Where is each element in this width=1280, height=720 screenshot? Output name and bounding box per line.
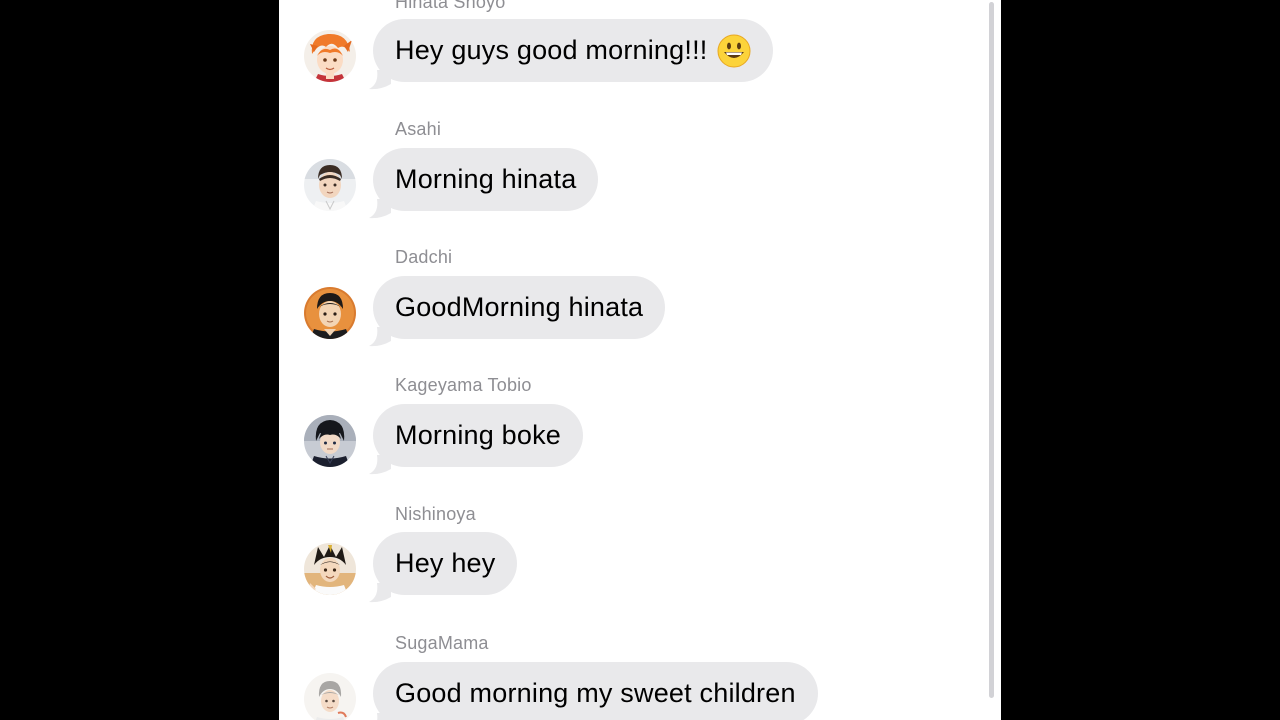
sender-name: Dadchi [395,247,453,267]
message-row: Kageyama Tobio Morning boke [279,373,979,483]
message-bubble[interactable]: Hey hey [373,532,518,595]
dadchi-avatar[interactable] [304,287,356,339]
video-frame: Hinata Shoyo Hey guys good morning!!! As… [0,0,1280,720]
message-text: Hey hey [395,548,496,578]
message-bubble[interactable]: Hey guys good morning!!! [373,19,774,82]
chat-screen[interactable]: Hinata Shoyo Hey guys good morning!!! As… [279,0,1001,720]
grinning-face-emoji [717,34,751,68]
suga-avatar[interactable] [304,673,356,720]
message-bubble[interactable]: Morning hinata [373,148,599,211]
message-text: Hey guys good morning!!! [395,35,708,65]
message-row: Dadchi GoodMorning hinata [279,245,979,355]
sender-name: Asahi [395,119,442,139]
message-text: Morning boke [395,420,561,450]
hinata-avatar[interactable] [304,30,356,82]
message-row: Hinata Shoyo Hey guys good morning!!! [279,0,979,90]
sender-name: SugaMama [395,633,489,653]
nishinoya-avatar[interactable] [304,543,356,595]
message-row: SugaMama Good morning my sweet children [279,631,979,720]
message-bubble[interactable]: Morning boke [373,404,583,467]
message-bubble[interactable]: Good morning my sweet children [373,662,818,720]
message-row: Nishinoya Hey hey [279,502,979,612]
message-bubble[interactable]: GoodMorning hinata [373,276,666,339]
message-text: Good morning my sweet children [395,678,796,708]
sender-name: Nishinoya [395,504,476,524]
scrollbar[interactable] [989,2,994,698]
sender-name: Hinata Shoyo [395,0,506,12]
message-text: GoodMorning hinata [395,292,644,322]
message-row: Asahi Morning hinata [279,117,979,227]
kageyama-avatar[interactable] [304,415,356,467]
asahi-avatar[interactable] [304,159,356,211]
sender-name: Kageyama Tobio [395,375,532,395]
message-text: Morning hinata [395,164,577,194]
